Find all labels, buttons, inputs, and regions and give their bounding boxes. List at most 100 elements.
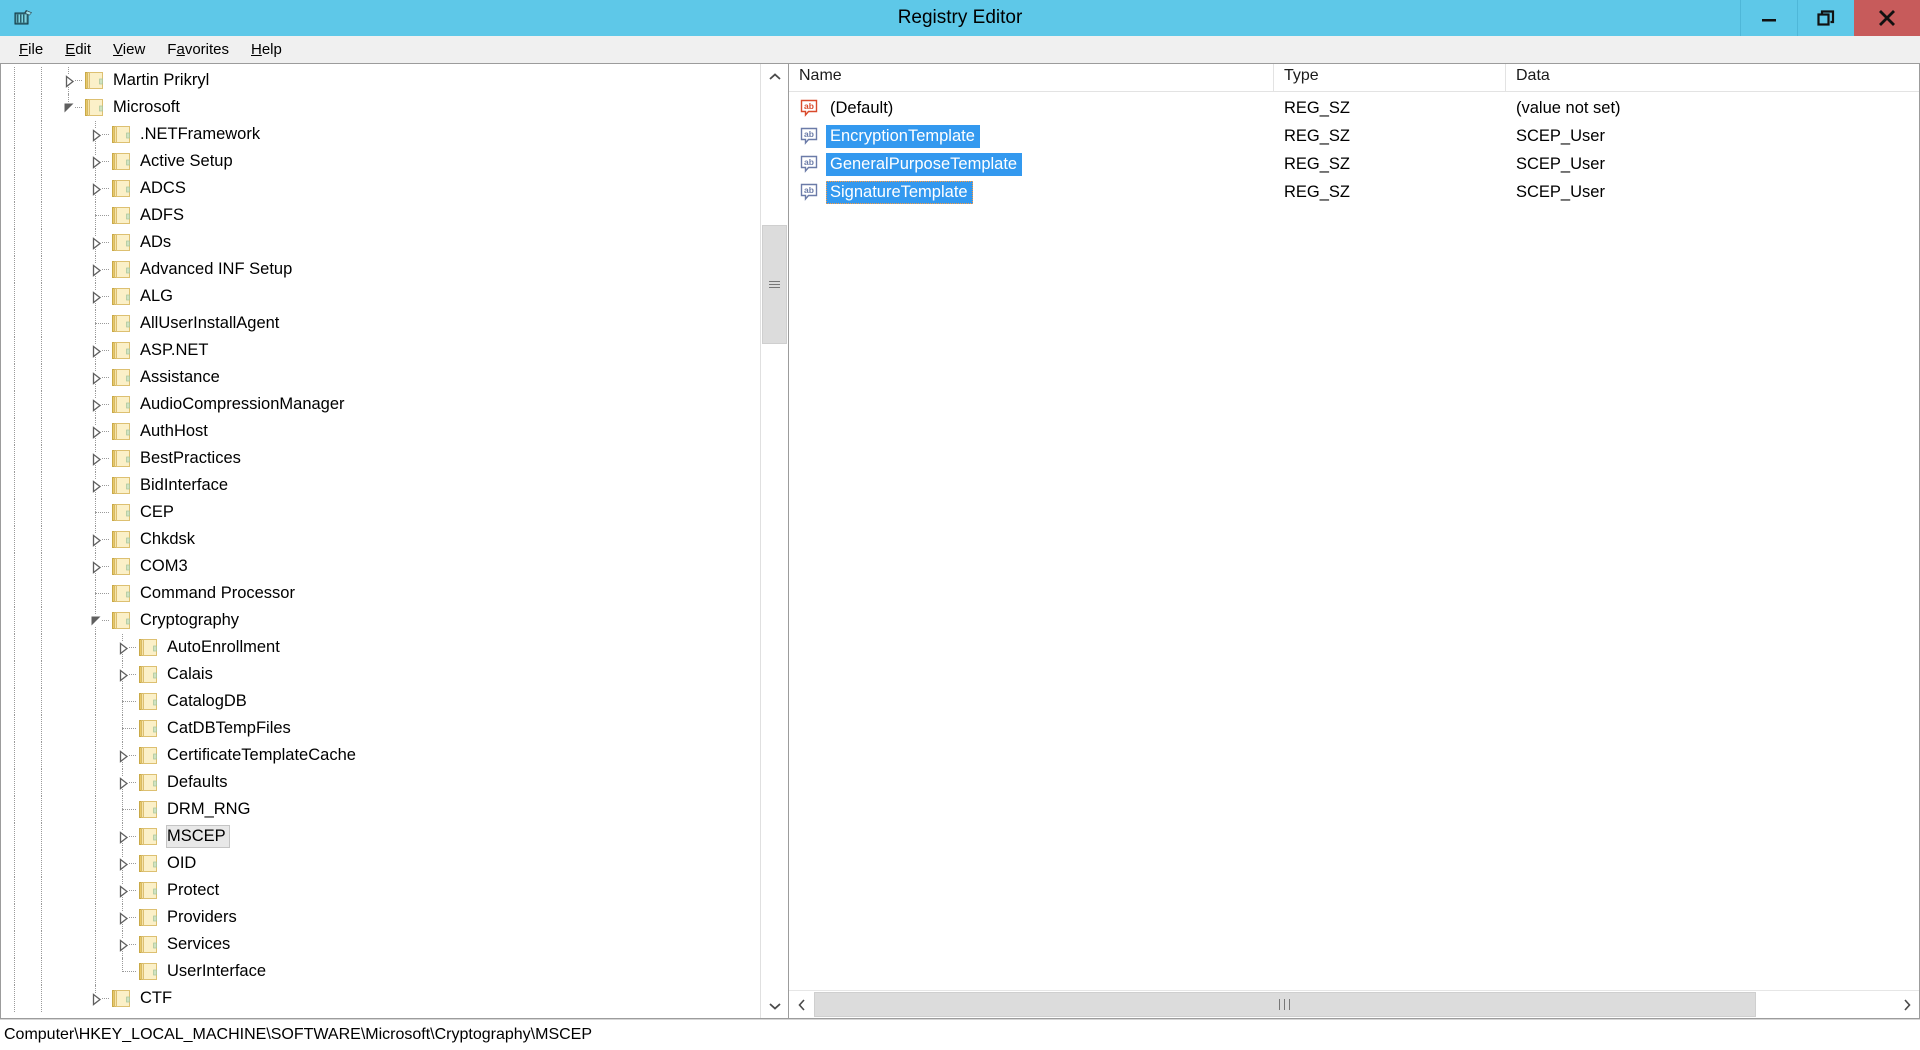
- value-name-cell[interactable]: abGeneralPurposeTemplate: [789, 153, 1274, 176]
- tree-node-certificatetemplatecache[interactable]: CertificateTemplateCache: [1, 742, 760, 769]
- tree-expander[interactable]: [82, 121, 109, 148]
- expander-toggle[interactable]: [117, 912, 129, 924]
- tree-expander[interactable]: [82, 391, 109, 418]
- tree-expander[interactable]: [109, 661, 136, 688]
- tree-expander[interactable]: [109, 877, 136, 904]
- tree-expander[interactable]: [55, 94, 82, 121]
- expander-toggle[interactable]: [90, 156, 102, 168]
- table-row[interactable]: ab(Default)REG_SZ(value not set): [789, 94, 1919, 122]
- tree-expander[interactable]: [82, 580, 109, 607]
- value-name-cell[interactable]: abSignatureTemplate: [789, 181, 1274, 204]
- column-header-name[interactable]: Name: [789, 64, 1274, 91]
- tree-expander[interactable]: [82, 553, 109, 580]
- tree-scroll-thumb[interactable]: [762, 225, 787, 345]
- tree-expander[interactable]: [82, 229, 109, 256]
- tree-node-active-setup[interactable]: Active Setup: [1, 148, 760, 175]
- expander-toggle[interactable]: [90, 615, 102, 627]
- expander-toggle[interactable]: [90, 291, 102, 303]
- tree-node-alg[interactable]: ALG: [1, 283, 760, 310]
- expander-toggle[interactable]: [90, 264, 102, 276]
- tree-node-ads[interactable]: ADs: [1, 229, 760, 256]
- tree-node-catdbtempfiles[interactable]: CatDBTempFiles: [1, 715, 760, 742]
- expander-toggle[interactable]: [90, 345, 102, 357]
- tree-node-alluserinstallagent[interactable]: AllUserInstallAgent: [1, 310, 760, 337]
- close-button[interactable]: [1854, 0, 1920, 36]
- tree-expander[interactable]: [82, 526, 109, 553]
- tree-expander[interactable]: [109, 634, 136, 661]
- value-name-cell[interactable]: abEncryptionTemplate: [789, 125, 1274, 148]
- tree-expander[interactable]: [82, 310, 109, 337]
- tree-expander[interactable]: [82, 472, 109, 499]
- tree-expander[interactable]: [82, 418, 109, 445]
- tree-expander[interactable]: [82, 445, 109, 472]
- tree-node-martin-prikryl[interactable]: Martin Prikryl: [1, 67, 760, 94]
- menu-view[interactable]: View: [102, 39, 156, 60]
- tree-expander[interactable]: [109, 931, 136, 958]
- restore-button[interactable]: [1797, 0, 1854, 36]
- tree-node-microsoft[interactable]: Microsoft: [1, 94, 760, 121]
- expander-toggle[interactable]: [90, 480, 102, 492]
- tree-node-defaults[interactable]: Defaults: [1, 769, 760, 796]
- expander-toggle[interactable]: [90, 372, 102, 384]
- expander-toggle[interactable]: [117, 885, 129, 897]
- tree-node-protect[interactable]: Protect: [1, 877, 760, 904]
- tree-expander[interactable]: [82, 607, 109, 634]
- column-header-type[interactable]: Type: [1274, 64, 1506, 91]
- scroll-left-button[interactable]: [789, 991, 814, 1018]
- values-scroll-thumb[interactable]: [814, 992, 1756, 1017]
- tree-expander[interactable]: [82, 148, 109, 175]
- tree-expander[interactable]: [109, 769, 136, 796]
- tree-expander[interactable]: [109, 823, 136, 850]
- tree-node-com3[interactable]: COM3: [1, 553, 760, 580]
- expander-toggle[interactable]: [117, 858, 129, 870]
- expander-toggle[interactable]: [90, 993, 102, 1005]
- tree-node-advanced-inf-setup[interactable]: Advanced INF Setup: [1, 256, 760, 283]
- scroll-up-button[interactable]: [761, 64, 788, 89]
- expander-toggle[interactable]: [90, 129, 102, 141]
- expander-toggle[interactable]: [90, 453, 102, 465]
- tree-expander[interactable]: [82, 364, 109, 391]
- tree-expander[interactable]: [82, 175, 109, 202]
- tree-node-mscep[interactable]: MSCEP: [1, 823, 760, 850]
- tree-expander[interactable]: [109, 904, 136, 931]
- tree-node-chkdsk[interactable]: Chkdsk: [1, 526, 760, 553]
- tree-expander[interactable]: [82, 499, 109, 526]
- tree-expander[interactable]: [109, 715, 136, 742]
- tree-expander[interactable]: [109, 688, 136, 715]
- table-row[interactable]: abSignatureTemplateREG_SZSCEP_User: [789, 178, 1919, 206]
- scroll-right-button[interactable]: [1894, 991, 1919, 1018]
- tree-node-drm-rng[interactable]: DRM_RNG: [1, 796, 760, 823]
- table-row[interactable]: abEncryptionTemplateREG_SZSCEP_User: [789, 122, 1919, 150]
- expander-toggle[interactable]: [117, 750, 129, 762]
- expander-toggle[interactable]: [117, 939, 129, 951]
- tree-node-asp-net[interactable]: ASP.NET: [1, 337, 760, 364]
- values-horizontal-scrollbar[interactable]: [789, 990, 1919, 1018]
- values-scroll-track[interactable]: [814, 991, 1894, 1018]
- expander-toggle[interactable]: [117, 669, 129, 681]
- expander-toggle[interactable]: [90, 399, 102, 411]
- expander-toggle[interactable]: [90, 426, 102, 438]
- tree-node-adcs[interactable]: ADCS: [1, 175, 760, 202]
- tree-node-adfs[interactable]: ADFS: [1, 202, 760, 229]
- tree-node-oid[interactable]: OID: [1, 850, 760, 877]
- column-header-data[interactable]: Data: [1506, 64, 1919, 91]
- expander-toggle[interactable]: [63, 102, 75, 114]
- tree-node-userinterface[interactable]: UserInterface: [1, 958, 760, 985]
- value-name-cell[interactable]: ab(Default): [789, 97, 1274, 120]
- tree-expander[interactable]: [82, 283, 109, 310]
- expander-toggle[interactable]: [63, 75, 75, 87]
- tree-expander[interactable]: [82, 202, 109, 229]
- tree-node-services[interactable]: Services: [1, 931, 760, 958]
- expander-toggle[interactable]: [117, 777, 129, 789]
- tree-expander[interactable]: [82, 256, 109, 283]
- tree-vertical-scrollbar[interactable]: [760, 64, 788, 1018]
- tree-node-catalogdb[interactable]: CatalogDB: [1, 688, 760, 715]
- tree-expander[interactable]: [109, 850, 136, 877]
- tree-expander[interactable]: [55, 67, 82, 94]
- table-row[interactable]: abGeneralPurposeTemplateREG_SZSCEP_User: [789, 150, 1919, 178]
- tree-scroll-track[interactable]: [761, 89, 788, 993]
- expander-toggle[interactable]: [90, 183, 102, 195]
- expander-toggle[interactable]: [90, 237, 102, 249]
- minimize-button[interactable]: [1740, 0, 1797, 36]
- tree-node-providers[interactable]: Providers: [1, 904, 760, 931]
